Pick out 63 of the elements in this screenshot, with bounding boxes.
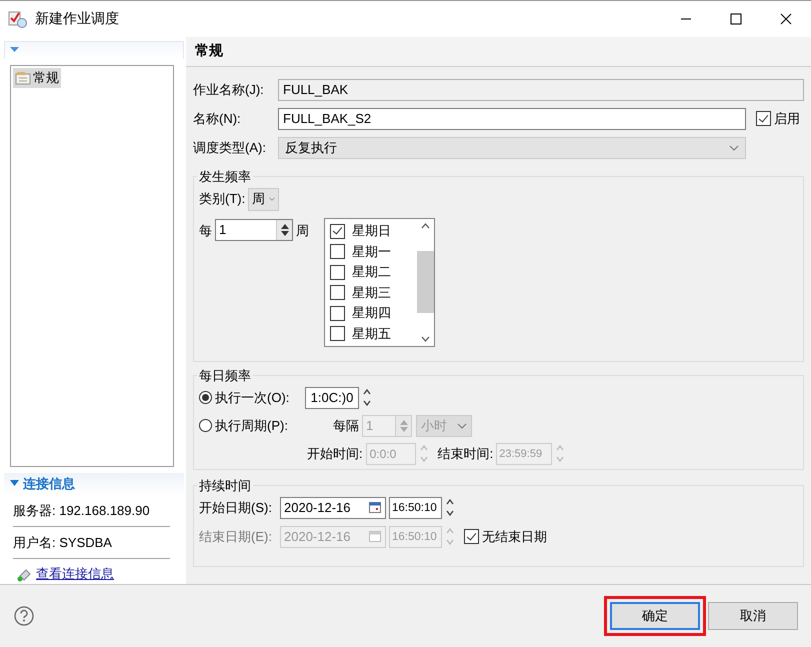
radio-label: 执行一次(O): bbox=[215, 388, 290, 407]
field-label: 开始时间: bbox=[307, 444, 363, 463]
scroll-down-icon[interactable] bbox=[421, 336, 430, 342]
scroll-up-icon[interactable] bbox=[421, 222, 430, 229]
window-title: 新建作业调度 bbox=[35, 10, 119, 28]
maximize-icon[interactable] bbox=[730, 12, 742, 25]
app-icon bbox=[8, 10, 28, 28]
checkbox-label: 星期一 bbox=[352, 242, 391, 261]
close-icon[interactable] bbox=[780, 12, 792, 25]
checkbox-label: 无结束日期 bbox=[482, 528, 547, 546]
tree-item[interactable]: 常规 bbox=[13, 68, 61, 88]
time-field[interactable]: 1:0C:)0 bbox=[305, 386, 359, 409]
field-label: 调度类型(A): bbox=[193, 138, 267, 157]
checkbox-label: 星期二 bbox=[352, 263, 391, 282]
group-title: 发生频率 bbox=[198, 168, 252, 186]
connection-link[interactable]: 查看连接信息 bbox=[36, 564, 114, 583]
chevron-down-icon bbox=[269, 196, 276, 202]
checkbox[interactable] bbox=[330, 224, 345, 239]
group-title: 持续时间 bbox=[198, 476, 252, 495]
checkbox-label: 启用 bbox=[774, 110, 800, 128]
help-icon[interactable] bbox=[14, 606, 34, 626]
checkbox[interactable] bbox=[330, 326, 345, 342]
caret-down-icon[interactable] bbox=[10, 47, 19, 54]
scroll-thumb[interactable] bbox=[417, 251, 434, 314]
spin-arrows-icon bbox=[280, 222, 288, 237]
form-icon bbox=[15, 70, 31, 85]
field-label: 名称(N): bbox=[193, 110, 242, 128]
field-label: 周 bbox=[296, 222, 309, 240]
date-field[interactable]: 2020-12-16 bbox=[280, 496, 386, 519]
checkbox[interactable] bbox=[330, 285, 345, 300]
checkbox[interactable] bbox=[330, 244, 345, 260]
radio-button[interactable] bbox=[199, 391, 212, 404]
radio-label: 执行周期(P): bbox=[215, 416, 288, 435]
field-label: 每隔 bbox=[333, 416, 359, 435]
field-label: 作业名称(J): bbox=[193, 80, 265, 99]
checkbox-label: 星期三 bbox=[352, 284, 391, 302]
dropdown[interactable]: 周 bbox=[248, 188, 280, 211]
checkbox-label: 星期五 bbox=[352, 324, 391, 343]
field-label: 开始日期(S): bbox=[199, 498, 273, 517]
spin-box[interactable]: 1 bbox=[215, 218, 293, 241]
field-label: 结束时间: bbox=[438, 444, 494, 463]
server-info: 服务器: 192.168.189.90 bbox=[13, 494, 170, 527]
checkbox[interactable] bbox=[756, 111, 771, 126]
spin-arrows-icon bbox=[400, 418, 408, 433]
field-label: 每 bbox=[199, 222, 212, 240]
chevron-down-icon bbox=[729, 144, 739, 151]
radio-button[interactable] bbox=[199, 419, 212, 432]
field-label: 结束日期(E): bbox=[199, 528, 273, 546]
checkbox[interactable] bbox=[330, 264, 345, 280]
caret-down-icon bbox=[10, 480, 19, 488]
time-field[interactable]: 16:50:10 bbox=[389, 496, 442, 519]
user-info: 用户名: SYSDBA bbox=[13, 526, 170, 559]
chevron-down-icon bbox=[457, 422, 467, 429]
calendar-icon[interactable] bbox=[369, 502, 381, 514]
cancel-button[interactable]: 取消 bbox=[708, 602, 798, 630]
checkbox-label: 星期四 bbox=[352, 304, 391, 322]
checkbox-label: 星期日 bbox=[352, 222, 391, 240]
group-title: 每日频率 bbox=[198, 366, 252, 385]
checkbox[interactable] bbox=[330, 306, 345, 321]
field-label: 类别(T): bbox=[199, 190, 246, 208]
dropdown[interactable]: 反复执行 bbox=[278, 136, 746, 159]
input-field[interactable]: FULL_BAK_S2 bbox=[278, 108, 746, 130]
checkbox[interactable] bbox=[464, 529, 479, 544]
